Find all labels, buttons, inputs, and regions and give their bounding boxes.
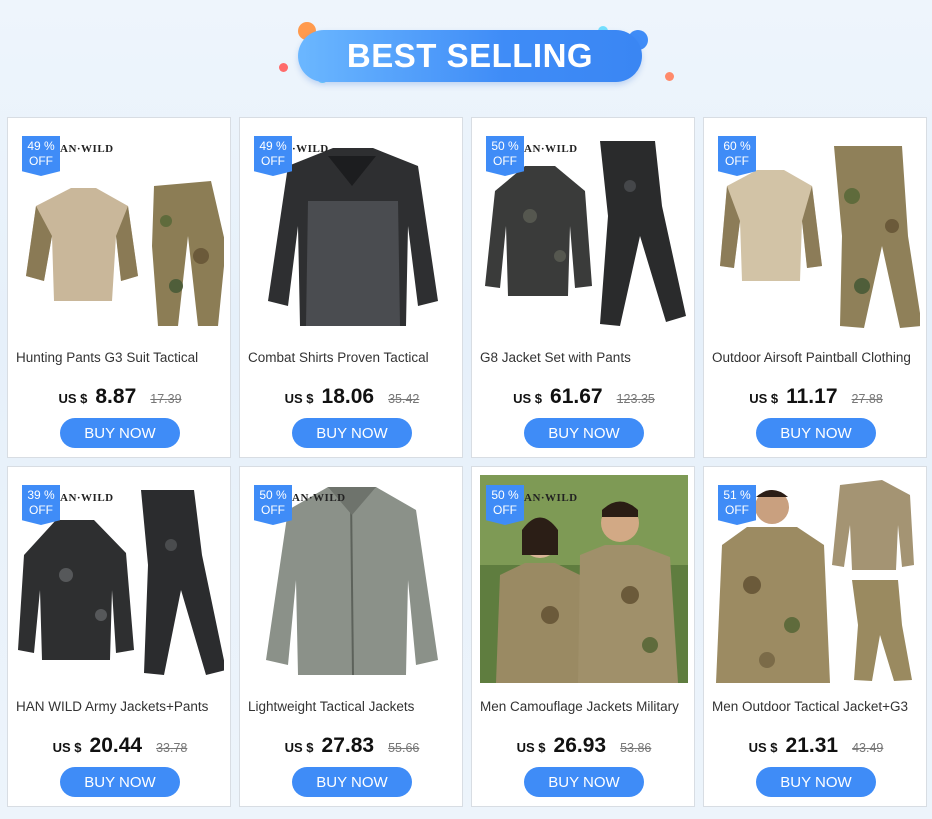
price-row: US $ 11.17 27.88 xyxy=(704,385,928,409)
buy-now-button[interactable]: BUY NOW xyxy=(524,767,644,797)
brand-logo: AN·WILD xyxy=(524,492,578,504)
product-image[interactable]: 50 % OFF AN·WILD xyxy=(248,475,456,683)
product-image[interactable]: 51 % OFF xyxy=(712,475,920,683)
decor-dot xyxy=(279,63,288,72)
original-price: 33.78 xyxy=(156,741,188,755)
product-title[interactable]: Combat Shirts Proven Tactical xyxy=(248,350,458,365)
product-card[interactable]: 50 % OFF AN·WILD Men Camouflage Jackets M… xyxy=(471,466,695,807)
product-title[interactable]: Men Camouflage Jackets Military xyxy=(480,699,690,714)
currency-label: US $ xyxy=(284,740,314,755)
sale-price: 27.83 xyxy=(321,734,375,757)
price-row: US $ 20.44 33.78 xyxy=(8,734,232,758)
price-row: US $ 18.06 35.42 xyxy=(240,385,464,409)
product-card[interactable]: 50 % OFF AN·WILD G8 Jacket Set with Pants… xyxy=(471,117,695,458)
product-image[interactable]: 49 % OFF AN·WILD xyxy=(16,126,224,334)
discount-badge: 50 % OFF xyxy=(254,485,292,525)
product-title[interactable]: Outdoor Airsoft Paintball Clothing xyxy=(712,350,922,365)
currency-label: US $ xyxy=(516,740,546,755)
buy-now-button[interactable]: BUY NOW xyxy=(292,418,412,448)
discount-badge: 49 % OFF xyxy=(254,136,292,176)
product-title[interactable]: Men Outdoor Tactical Jacket+G3 xyxy=(712,699,922,714)
sale-price: 8.87 xyxy=(95,385,137,408)
brand-logo: AN·WILD xyxy=(292,492,346,504)
buy-now-button[interactable]: BUY NOW xyxy=(292,767,412,797)
product-card[interactable]: 50 % OFF AN·WILD Lightweight Tactical Jac… xyxy=(239,466,463,807)
discount-badge: 60 % OFF xyxy=(718,136,756,176)
currency-label: US $ xyxy=(513,391,543,406)
product-image[interactable]: 50 % OFF AN·WILD xyxy=(480,475,688,683)
original-price: 35.42 xyxy=(388,392,420,406)
product-title[interactable]: HAN WILD Army Jackets+Pants xyxy=(16,699,226,714)
brand-logo: AN·WILD xyxy=(60,143,114,155)
buy-now-button[interactable]: BUY NOW xyxy=(756,418,876,448)
product-image[interactable]: 39 % OFF AN·WILD xyxy=(16,475,224,683)
product-card[interactable]: 51 % OFF Men Outdoor Tactical Jacket+G3 U… xyxy=(703,466,927,807)
best-selling-banner: BEST SELLING xyxy=(298,30,642,82)
product-grid: 49 % OFF AN·WILD Hunting Pants G3 Suit Ta… xyxy=(7,117,927,807)
sale-price: 20.44 xyxy=(89,734,143,757)
banner-area: BEST SELLING xyxy=(0,0,932,110)
product-card[interactable]: 49 % OFF AN·WILD Hunting Pants G3 Suit Ta… xyxy=(7,117,231,458)
original-price: 17.39 xyxy=(150,392,182,406)
buy-now-button[interactable]: BUY NOW xyxy=(60,767,180,797)
original-price: 55.66 xyxy=(388,741,420,755)
product-title[interactable]: Lightweight Tactical Jackets xyxy=(248,699,458,714)
original-price: 123.35 xyxy=(616,392,655,406)
discount-badge: 51 % OFF xyxy=(718,485,756,525)
banner-title: BEST SELLING xyxy=(346,37,594,74)
currency-label: US $ xyxy=(748,740,778,755)
price-row: US $ 26.93 53.86 xyxy=(472,734,696,758)
price-row: US $ 61.67 123.35 xyxy=(472,385,696,409)
buy-now-button[interactable]: BUY NOW xyxy=(756,767,876,797)
original-price: 27.88 xyxy=(851,392,883,406)
product-title[interactable]: G8 Jacket Set with Pants xyxy=(480,350,690,365)
currency-label: US $ xyxy=(58,391,88,406)
product-card[interactable]: 39 % OFF AN·WILD HAN WILD Army Jackets+Pa… xyxy=(7,466,231,807)
sale-price: 18.06 xyxy=(321,385,375,408)
price-row: US $ 21.31 43.49 xyxy=(704,734,928,758)
discount-badge: 50 % OFF xyxy=(486,485,524,525)
buy-now-button[interactable]: BUY NOW xyxy=(524,418,644,448)
sale-price: 21.31 xyxy=(785,734,839,757)
discount-badge: 49 % OFF xyxy=(22,136,60,176)
original-price: 43.49 xyxy=(852,741,884,755)
brand-logo: AN·WILD xyxy=(524,143,578,155)
sale-price: 61.67 xyxy=(550,385,603,408)
product-card[interactable]: 49 % OFF ·WILD Combat Shirts Proven Tacti… xyxy=(239,117,463,458)
product-title[interactable]: Hunting Pants G3 Suit Tactical xyxy=(16,350,226,365)
currency-label: US $ xyxy=(284,391,314,406)
sale-price: 26.93 xyxy=(553,734,607,757)
brand-logo: AN·WILD xyxy=(60,492,114,504)
discount-badge: 39 % OFF xyxy=(22,485,60,525)
price-row: US $ 8.87 17.39 xyxy=(8,385,232,409)
discount-badge: 50 % OFF xyxy=(486,136,524,176)
currency-label: US $ xyxy=(749,391,779,406)
decor-dot xyxy=(665,72,674,81)
product-image[interactable]: 60 % OFF xyxy=(712,126,920,334)
product-image[interactable]: 49 % OFF ·WILD xyxy=(248,126,456,334)
product-image[interactable]: 50 % OFF AN·WILD xyxy=(480,126,688,334)
original-price: 53.86 xyxy=(620,741,652,755)
currency-label: US $ xyxy=(52,740,82,755)
product-card[interactable]: 60 % OFF Outdoor Airsoft Paintball Clothi… xyxy=(703,117,927,458)
buy-now-button[interactable]: BUY NOW xyxy=(60,418,180,448)
brand-logo: ·WILD xyxy=(292,143,329,155)
sale-price: 11.17 xyxy=(786,385,838,408)
price-row: US $ 27.83 55.66 xyxy=(240,734,464,758)
